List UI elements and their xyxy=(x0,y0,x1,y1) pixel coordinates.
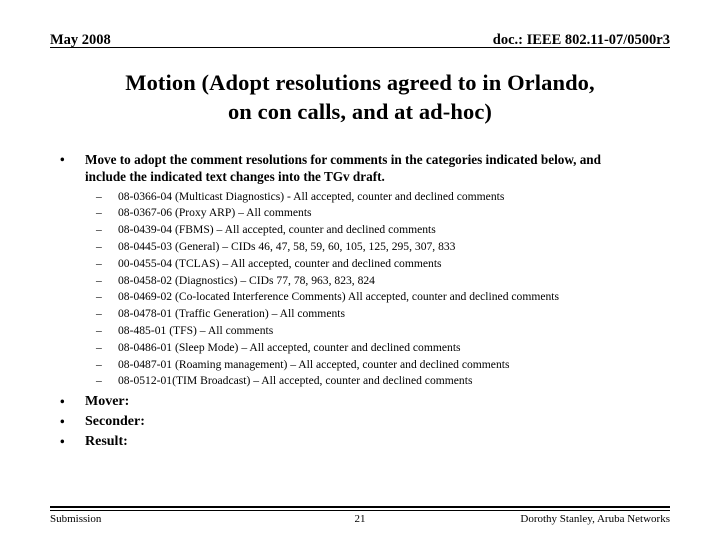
resolution-list-item-text: 08-0439-04 (FBMS) – All accepted, counte… xyxy=(118,223,436,237)
header-doc-number: doc.: IEEE 802.11-07/0500r3 xyxy=(492,32,670,48)
resolution-list-item: – 08-0439-04 (FBMS) – All accepted, count… xyxy=(0,222,720,239)
resolution-list-item: – 00-0455-04 (TCLAS) – All accepted, coun… xyxy=(0,256,720,273)
motion-closer-item: • Result: xyxy=(0,432,720,452)
lead-bullet-text: Move to adopt the comment resolutions fo… xyxy=(85,152,601,184)
slide: May 2008 doc.: IEEE 802.11-07/0500r3 Mot… xyxy=(0,0,720,540)
motion-closer-label: Mover: xyxy=(85,394,130,410)
resolution-list-item-text: 08-0469-02 (Co-located Interference Comm… xyxy=(118,290,560,304)
bullet-glyph: • xyxy=(60,434,65,450)
resolution-list-item: – 08-0486-01 (Sleep Mode) – All accepted,… xyxy=(0,340,720,357)
dash-glyph: – xyxy=(96,307,102,321)
dash-glyph: – xyxy=(96,256,102,270)
slide-footer: Submission 21 Dorothy Stanley, Aruba Net… xyxy=(50,511,670,527)
dash-glyph: – xyxy=(96,273,102,287)
resolution-list-item: – 08-0512-01(TIM Broadcast) – All accepte… xyxy=(0,373,720,390)
slide-title: Motion (Adopt resolutions agreed to in O… xyxy=(48,68,672,126)
dash-glyph: – xyxy=(96,323,102,337)
resolution-list-item: – 08-0487-01 (Roaming management) – All a… xyxy=(0,357,720,374)
dash-glyph: – xyxy=(96,189,102,203)
resolution-list-item-text: 08-0487-01 (Roaming management) – All ac… xyxy=(118,357,510,371)
resolution-list-item-text: 08-0486-01 (Sleep Mode) – All accepted, … xyxy=(118,340,461,354)
dash-glyph: – xyxy=(96,223,102,237)
resolution-list-item-text: 08-0445-03 (General) – CIDs 46, 47, 58, … xyxy=(118,239,456,253)
bullet-glyph: • xyxy=(60,394,65,410)
slide-title-line1: Motion (Adopt resolutions agreed to in O… xyxy=(125,70,595,95)
motion-closer-item: • Seconder: xyxy=(0,412,720,432)
header-date: May 2008 xyxy=(50,32,111,48)
dash-glyph: – xyxy=(96,357,102,371)
resolution-list-item: – 08-0478-01 (Traffic Generation) – All c… xyxy=(0,306,720,323)
slide-header: May 2008 doc.: IEEE 802.11-07/0500r3 xyxy=(50,28,670,48)
motion-closer-item: • Mover: xyxy=(0,392,720,412)
resolution-list-item-text: 08-0512-01(TIM Broadcast) – All accepted… xyxy=(118,374,473,388)
resolution-list-item-text: 08-0458-02 (Diagnostics) – CIDs 77, 78, … xyxy=(118,273,375,287)
bullet-glyph: • xyxy=(60,414,65,430)
resolution-list-item: – 08-0469-02 (Co-located Interference Com… xyxy=(0,289,720,306)
resolution-list-item-text: 08-0478-01 (Traffic Generation) – All co… xyxy=(118,307,346,321)
footer-divider-thick xyxy=(50,506,670,508)
resolution-list-item-text: 08-485-01 (TFS) – All comments xyxy=(118,323,274,337)
dash-glyph: – xyxy=(96,290,102,304)
motion-closer-label: Seconder: xyxy=(85,414,145,430)
resolution-list-item: – 08-0366-04 (Multicast Diagnostics) - Al… xyxy=(0,189,720,206)
resolution-list-item: – 08-0445-03 (General) – CIDs 46, 47, 58,… xyxy=(0,239,720,256)
dash-glyph: – xyxy=(96,239,102,253)
lead-bullet-item: • Move to adopt the comment resolutions … xyxy=(0,152,720,186)
bullet-glyph: • xyxy=(60,152,65,167)
resolution-list-item: – 08-0367-06 (Proxy ARP) – All comments xyxy=(0,205,720,222)
slide-body: • Move to adopt the comment resolutions … xyxy=(0,152,720,452)
resolution-list-item: – 08-485-01 (TFS) – All comments xyxy=(0,323,720,340)
resolution-list-item-text: 00-0455-04 (TCLAS) – All accepted, count… xyxy=(118,256,442,270)
resolution-list-item: – 08-0458-02 (Diagnostics) – CIDs 77, 78,… xyxy=(0,273,720,290)
footer-author: Dorothy Stanley, Aruba Networks xyxy=(520,513,670,525)
dash-glyph: – xyxy=(96,206,102,220)
motion-closer-label: Result: xyxy=(85,434,128,450)
header-divider xyxy=(50,47,670,48)
slide-title-line2: on con calls, and at ad-hoc) xyxy=(227,99,493,124)
motion-closers-list: • Mover: • Seconder: • Result: xyxy=(0,392,720,452)
resolution-list-item-text: 08-0366-04 (Multicast Diagnostics) - All… xyxy=(118,189,505,203)
dash-glyph: – xyxy=(96,374,102,388)
resolution-list-item-text: 08-0367-06 (Proxy ARP) – All comments xyxy=(118,206,312,220)
resolution-document-list: – 08-0366-04 (Multicast Diagnostics) - Al… xyxy=(0,189,720,391)
dash-glyph: – xyxy=(96,340,102,354)
